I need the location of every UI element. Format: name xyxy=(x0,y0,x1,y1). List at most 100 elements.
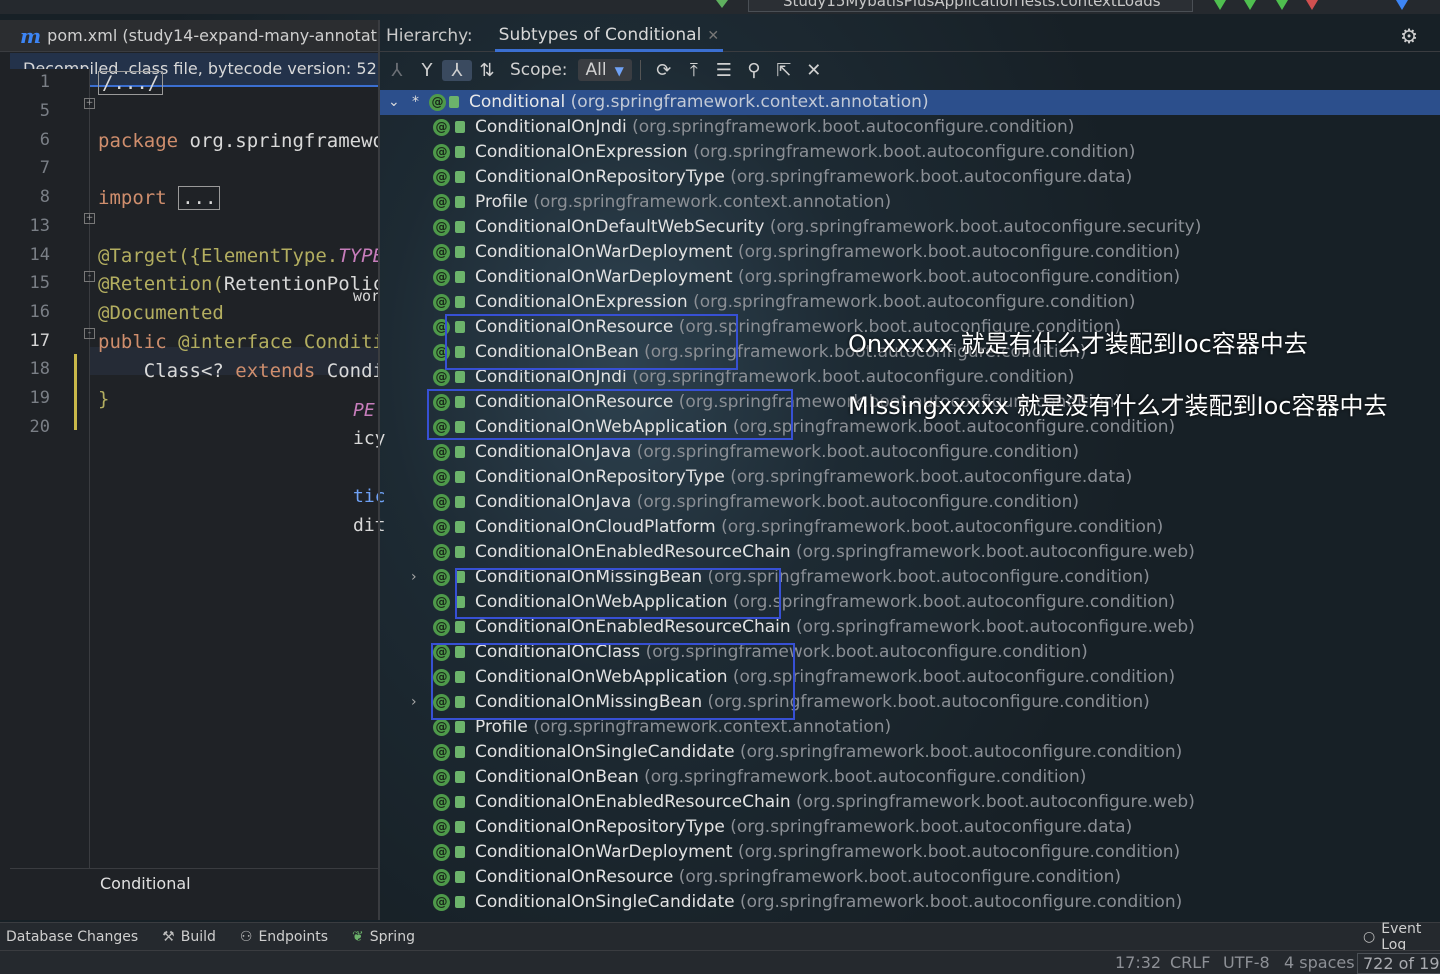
tree-item[interactable]: @ ConditionalOnClass (org.springframework… xyxy=(380,640,1440,665)
tree-item-label: ConditionalOnEnabledResourceChain (org.s… xyxy=(475,542,1195,562)
toolwindow-event-log[interactable]: ○ Event Log xyxy=(1363,921,1440,953)
tree-item[interactable]: @ ConditionalOnDefaultWebSecurity (org.sp… xyxy=(380,215,1440,240)
chevron-down-icon[interactable]: ⌄ xyxy=(388,90,400,115)
tree-item[interactable]: @ ConditionalOnRepositoryType (org.spring… xyxy=(380,465,1440,490)
tree-item-label: ConditionalOnRepositoryType (org.springf… xyxy=(475,467,1133,487)
lock-icon xyxy=(455,321,465,333)
project-structure-icon[interactable] xyxy=(1396,0,1408,10)
close-icon[interactable]: ✕ xyxy=(707,28,719,44)
run-icon[interactable] xyxy=(1214,0,1226,10)
toolwindow-spring[interactable]: ❦ Spring xyxy=(352,929,415,945)
editor-tab[interactable]: m pom.xml (study14-expand-many-annotation… xyxy=(0,20,378,52)
annotation-icon: @ xyxy=(433,344,450,361)
code-area[interactable]: /.../ package org.springframework.boot.a… xyxy=(98,69,378,889)
breadcrumb[interactable]: Conditional xyxy=(10,868,378,900)
close-panel-icon[interactable]: ✕ xyxy=(799,60,829,81)
coverage-icon[interactable] xyxy=(1276,0,1288,10)
file-encoding[interactable]: UTF-8 xyxy=(1223,953,1270,972)
line-number: 17 xyxy=(29,331,50,351)
annotation-icon: @ xyxy=(433,794,450,811)
tree-item-label: ConditionalOnCloudPlatform (org.springfr… xyxy=(475,517,1164,537)
tree-item[interactable]: @ ConditionalOnSingleCandidate (org.sprin… xyxy=(380,890,1440,915)
chevron-right-icon[interactable]: › xyxy=(411,565,417,590)
lock-icon xyxy=(455,296,465,308)
toolwindow-label: Endpoints xyxy=(258,928,329,945)
tree-item-label: ConditionalOnBean (org.springframework.b… xyxy=(475,767,1087,787)
lock-icon xyxy=(455,196,465,208)
tree-item[interactable]: @ ConditionalOnExpression (org.springfram… xyxy=(380,290,1440,315)
sort-alpha-icon[interactable]: ⇅ xyxy=(472,60,502,81)
event-log-icon: ○ xyxy=(1363,928,1376,945)
type-hierarchy-icon[interactable]: ⅄ xyxy=(382,60,412,81)
tree-item[interactable]: @ ConditionalOnSingleCandidate (org.sprin… xyxy=(380,740,1440,765)
indent-setting[interactable]: 4 spaces xyxy=(1284,953,1355,972)
tree-item[interactable]: @ ConditionalOnJava (org.springframework.… xyxy=(380,490,1440,515)
annotation-icon: @ xyxy=(433,619,450,636)
tab-subtypes[interactable]: Subtypes of Conditional ✕ xyxy=(494,20,724,52)
tree-item[interactable]: @ ConditionalOnWebApplication (org.spring… xyxy=(380,665,1440,690)
memory-indicator[interactable]: 722 of 1958M xyxy=(1357,953,1440,974)
annotation-icon: @ xyxy=(433,394,450,411)
line-separator[interactable]: CRLF xyxy=(1170,953,1210,972)
tree-item[interactable]: @ ConditionalOnBean (org.springframework.… xyxy=(380,765,1440,790)
tree-item[interactable]: @ ConditionalOnRepositoryType (org.spring… xyxy=(380,815,1440,840)
caret-position[interactable]: 17:32 xyxy=(1115,953,1161,972)
tree-item[interactable]: @ ConditionalOnWarDeployment (org.springf… xyxy=(380,240,1440,265)
run-config-label: Study15MybatisPlusApplicationTests.conte… xyxy=(783,0,1161,10)
tree-item[interactable]: @ ConditionalOnExpression (org.springfram… xyxy=(380,140,1440,165)
toolwindow-build[interactable]: ⚒ Build xyxy=(162,929,216,945)
tree-item[interactable]: @ ConditionalOnEnabledResourceChain (org.… xyxy=(380,540,1440,565)
tree-item[interactable]: @ Profile (org.springframework.context.an… xyxy=(380,190,1440,215)
annotation-icon: @ xyxy=(433,444,450,461)
chevron-right-icon[interactable]: › xyxy=(411,690,417,715)
expand-all-icon[interactable]: ⤒ xyxy=(679,60,709,81)
export-icon[interactable]: ⇱ xyxy=(769,60,799,81)
tree-item[interactable]: @ ConditionalOnCloudPlatform (org.springf… xyxy=(380,515,1440,540)
tree-item[interactable]: @ ConditionalOnWarDeployment (org.springf… xyxy=(380,840,1440,865)
tree-item[interactable]: @ ConditionalOnEnabledResourceChain (org.… xyxy=(380,790,1440,815)
tree-item[interactable]: @ ConditionalOnWebApplication (org.spring… xyxy=(380,590,1440,615)
refresh-icon[interactable]: ⟳ xyxy=(649,60,679,81)
supertypes-icon[interactable]: Y xyxy=(412,60,442,81)
lock-icon xyxy=(455,621,465,633)
lock-icon xyxy=(455,796,465,808)
star-icon: * xyxy=(412,94,419,110)
toolwindow-endpoints[interactable]: ⚇ Endpoints xyxy=(240,929,328,945)
back-arrow-icon[interactable] xyxy=(716,0,728,8)
code-line-15: @Retention(RetentionPolicy.RUNTIME) xyxy=(98,273,378,295)
tree-item[interactable]: › @ ConditionalOnMissingBean (org.springfr… xyxy=(380,690,1440,715)
annotation-icon: @ xyxy=(433,644,450,661)
tree-root-row[interactable]: ⌄ * @ Conditional (org.springframework.c… xyxy=(380,90,1440,115)
debug-icon[interactable] xyxy=(1244,0,1256,10)
run-config-select[interactable]: Study15MybatisPlusApplicationTests.conte… xyxy=(748,0,1193,12)
annotation-icon: @ xyxy=(433,144,450,161)
lock-icon xyxy=(455,371,465,383)
code-line-14: @Target({ElementType.TYPE, ElementType.M… xyxy=(98,245,378,267)
tree-item[interactable]: @ ConditionalOnJndi (org.springframework.… xyxy=(380,115,1440,140)
tree-item[interactable]: @ ConditionalOnJava (org.springframework.… xyxy=(380,440,1440,465)
tree-item[interactable]: @ ConditionalOnRepositoryType (org.spring… xyxy=(380,165,1440,190)
annotation-icon: @ xyxy=(433,369,450,386)
tree-item[interactable]: @ Profile (org.springframework.context.an… xyxy=(380,715,1440,740)
annotation-icon: @ xyxy=(433,494,450,511)
fold-minus-icon[interactable]: - xyxy=(84,271,95,282)
fold-minus-icon[interactable]: - xyxy=(84,328,95,339)
gear-icon[interactable]: ⚙ xyxy=(1400,24,1418,48)
fold-plus-icon[interactable]: + xyxy=(84,213,95,224)
collapse-all-icon[interactable]: ☰ xyxy=(709,60,739,81)
line-number: 16 xyxy=(29,302,50,322)
tree-item-label: ConditionalOnWarDeployment (org.springfr… xyxy=(475,242,1181,262)
subtypes-icon[interactable]: ⅄ xyxy=(442,59,472,81)
tree-item[interactable]: @ ConditionalOnWarDeployment (org.springf… xyxy=(380,265,1440,290)
profile-icon[interactable] xyxy=(1306,0,1318,10)
lock-icon xyxy=(455,871,465,883)
tree-item[interactable]: @ ConditionalOnResource (org.springframew… xyxy=(380,865,1440,890)
tree-item[interactable]: @ ConditionalOnEnabledResourceChain (org.… xyxy=(380,615,1440,640)
fold-plus-icon[interactable]: + xyxy=(84,98,95,109)
line-number: 1 xyxy=(39,72,50,92)
toolwindow-database-changes[interactable]: Database Changes xyxy=(6,929,138,945)
scope-select[interactable]: All ▼ xyxy=(577,59,632,81)
toolbar-divider xyxy=(639,60,641,80)
tree-item[interactable]: › @ ConditionalOnMissingBean (org.springfr… xyxy=(380,565,1440,590)
pin-icon[interactable]: ⚲ xyxy=(739,60,769,81)
